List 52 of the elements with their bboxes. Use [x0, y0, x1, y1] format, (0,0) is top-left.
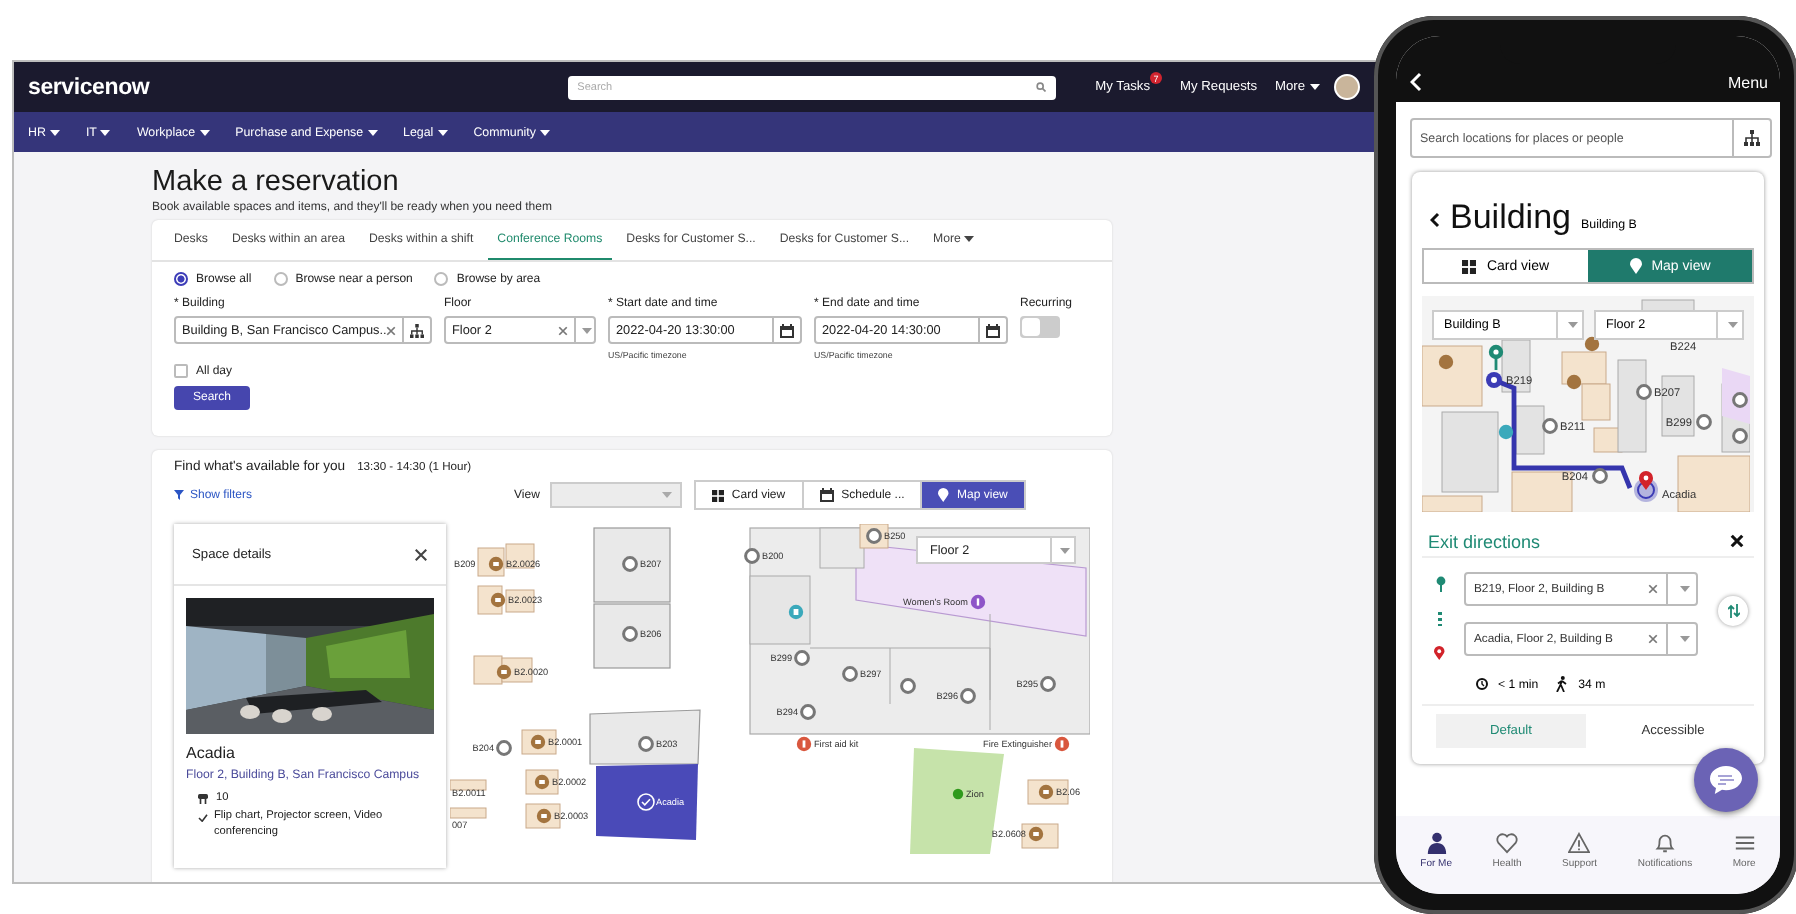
filter-icon: [174, 490, 184, 500]
pin-icon: [1629, 258, 1642, 274]
space-name: Acadia: [184, 742, 237, 762]
caret-icon: [661, 492, 672, 498]
caret-icon: [1060, 547, 1070, 553]
grid-icon: [1462, 259, 1477, 273]
clear-icon[interactable]: [558, 325, 568, 335]
person-icon: [1425, 832, 1448, 854]
caret-icon: [1567, 322, 1577, 328]
caret-icon: [100, 129, 111, 135]
heart-icon: [1496, 832, 1518, 854]
caret-icon: [367, 129, 378, 135]
caret-icon: [1727, 322, 1737, 328]
page-title: Make a reservation: [152, 166, 401, 198]
avatar[interactable]: [1333, 74, 1360, 100]
radio-button[interactable]: [174, 272, 188, 286]
warning-icon: [1568, 832, 1591, 854]
menu-link[interactable]: Menu: [1727, 74, 1768, 92]
caret-icon: [437, 129, 448, 135]
pin-icon: [1435, 576, 1445, 592]
section-title: Exit directions: [1428, 531, 1541, 551]
close-icon[interactable]: [414, 547, 428, 561]
caret-icon: [539, 129, 550, 135]
radio-button[interactable]: [434, 272, 449, 286]
pin-icon: [938, 488, 950, 502]
menu-icon: [1733, 832, 1756, 854]
chat-icon: [1708, 764, 1744, 796]
swap-icon: [1727, 604, 1739, 618]
checkbox[interactable]: [174, 364, 188, 378]
back-icon[interactable]: [1430, 212, 1440, 228]
caret-icon: [49, 129, 60, 135]
chair-icon: [198, 793, 208, 803]
caret-icon: [1309, 84, 1320, 90]
radio-button[interactable]: [273, 272, 288, 286]
grid-icon: [711, 489, 724, 501]
caret-icon: [582, 327, 592, 333]
chat-button[interactable]: [1694, 748, 1758, 812]
pin-icon: [1434, 646, 1446, 660]
building-title: Building: [1450, 198, 1571, 238]
hierarchy-icon: [1744, 130, 1760, 146]
search-icon[interactable]: [1035, 82, 1046, 92]
caret-icon: [964, 236, 975, 242]
calendar-icon: [819, 488, 834, 502]
clock-icon: [1476, 678, 1488, 690]
walking-icon: [1556, 676, 1569, 692]
caret-icon: [199, 129, 210, 135]
check-icon: [198, 814, 208, 822]
toggle-switch[interactable]: [1020, 316, 1060, 338]
close-icon[interactable]: [1730, 534, 1744, 548]
swap-button[interactable]: [1718, 596, 1748, 626]
logo[interactable]: servicenow: [28, 75, 150, 99]
bell-icon: [1653, 832, 1676, 854]
